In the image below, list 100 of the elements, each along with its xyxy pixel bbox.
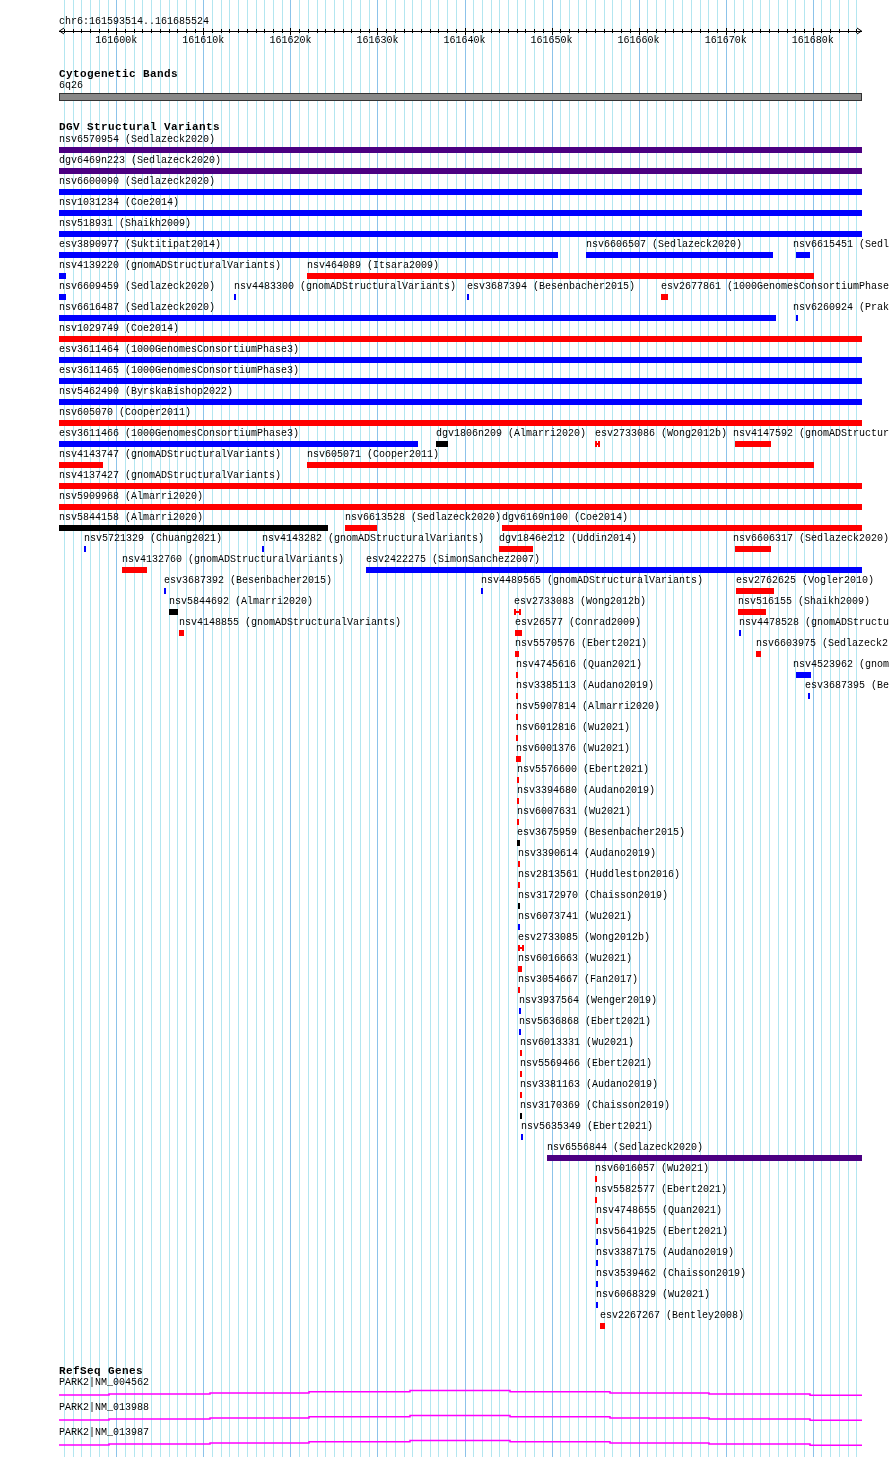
variant-label: nsv6007631 (Wu2021) [517,806,632,817]
variant-label: esv2733085 (Wong2012b) [518,932,651,943]
variant-label: nsv6016057 (Wu2021) [595,1163,710,1174]
variant-label: nsv4745616 (Quan2021) [516,659,643,670]
variant-label: nsv6603975 (Sedlazeck2 [756,638,889,649]
variant-label: esv3687395 (Be [805,680,889,691]
ruler-tick-label: 161650k [530,35,573,46]
variant-label: esv3675959 (Besenbacher2015) [517,827,686,838]
variant-label: nsv4137427 (gnomADStructuralVariants) [59,470,282,481]
variant-label: nsv5635349 (Ebert2021) [521,1121,654,1132]
ruler-tick-label: 161640k [443,35,486,46]
location-label: chr6:161593514..161685524 [59,16,210,27]
variant-label: esv2762625 (Vogler2010) [736,575,875,586]
variant-label: nsv6260924 (Prak [793,302,889,313]
variant-label: nsv3381163 (Audano2019) [520,1079,659,1090]
variant-label: dgv1846e212 (Uddin2014) [499,533,638,544]
variant-label: esv2267267 (Bentley2008) [600,1310,745,1321]
variant-label: dgv6469n223 (Sedlazeck2020) [59,155,222,166]
variant-label: esv3611464 (1000GenomesConsortiumPhase3) [59,344,300,355]
variant-label: nsv6600090 (Sedlazeck2020) [59,176,216,187]
variant-label: nsv6001376 (Wu2021) [516,743,631,754]
variant-label: nsv1029749 (Coe2014) [59,323,180,334]
variant-label: nsv5844692 (Almarri2020) [169,596,314,607]
variant-label: nsv516155 (Shaikh2009) [738,596,871,607]
variant-label: nsv6616487 (Sedlazeck2020) [59,302,216,313]
variant-label: nsv6012816 (Wu2021) [516,722,631,733]
variant-label: esv3890977 (Suktitipat2014) [59,239,222,250]
variant-label: nsv3937564 (Wenger2019) [519,995,658,1006]
variant-label: esv3611466 (1000GenomesConsortiumPhase3) [59,428,300,439]
variant-label: nsv4147592 (gnomADStructur [733,428,890,439]
ruler-tick-label: 161660k [617,35,660,46]
variant-label: nsv1031234 (Coe2014) [59,197,180,208]
track-title: DGV Structural Variants [59,121,221,133]
variant-label: nsv5909968 (Almarri2020) [59,491,204,502]
variant-label: nsv6606507 (Sedlazeck2020) [586,239,743,250]
variant-label: esv2422275 (SimonSanchez2007) [366,554,541,565]
variant-label: nsv6068329 (Wu2021) [596,1289,711,1300]
variant-label: nsv5582577 (Ebert2021) [595,1184,728,1195]
variant-label: nsv6613528 (Sedlazeck2020) [345,512,502,523]
variant-label: nsv4478528 (gnomADStructu [739,617,890,628]
variant-label: nsv3539462 (Chaisson2019) [596,1268,747,1279]
ruler-tick-label: 161670k [704,35,747,46]
variant-label: nsv5570576 (Ebert2021) [515,638,648,649]
variant-label: nsv3385113 (Audano2019) [516,680,655,691]
variant-label: nsv4483300 (gnomADStructuralVariants) [234,281,457,292]
variant-label: nsv4148855 (gnomADStructuralVariants) [179,617,402,628]
track-title: Cytogenetic Bands [59,68,179,80]
variant-label: nsv3172970 (Chaisson2019) [518,890,669,901]
cytoband-label: 6q26 [59,80,83,91]
variant-label: nsv4489565 (gnomADStructuralVariants) [481,575,704,586]
variant-label: nsv4143282 (gnomADStructuralVariants) [262,533,485,544]
transcript-label: PARK2|NM_004562 [59,1377,149,1388]
variant-label: nsv6013331 (Wu2021) [520,1037,635,1048]
variant-label: nsv5844158 (Almarri2020) [59,512,204,523]
variant-label: nsv5641925 (Ebert2021) [596,1226,729,1237]
variant-label: nsv6606317 (Sedlazeck2020) [733,533,890,544]
variant-label: nsv4132760 (gnomADStructuralVariants) [122,554,345,565]
variant-label: nsv518931 (Shaikh2009) [59,218,192,229]
variant-label: nsv6073741 (Wu2021) [518,911,633,922]
variant-label: dgv1806n209 (Almarri2020) [436,428,587,439]
variant-label: nsv605070 (Cooper2011) [59,407,192,418]
ruler-tick-label: 161610k [182,35,225,46]
variant-label: nsv605071 (Cooper2011) [307,449,440,460]
variant-label: nsv4139220 (gnomADStructuralVariants) [59,260,282,271]
variant-label: nsv5462490 (ByrskaBishop2022) [59,386,234,397]
variant-label: esv3687394 (Besenbacher2015) [467,281,636,292]
variant-label: nsv3390614 (Audano2019) [518,848,657,859]
variant-label: esv2733083 (Wong2012b) [514,596,647,607]
transcript-label: PARK2|NM_013987 [59,1427,149,1438]
variant-label: esv2733086 (Wong2012b) [595,428,728,439]
variant-label: nsv3387175 (Audano2019) [596,1247,735,1258]
variant-label: nsv3170369 (Chaisson2019) [520,1100,671,1111]
variant-label: esv2677861 (1000GenomesConsortiumPhase [661,281,890,292]
ruler-tick-label: 161620k [269,35,312,46]
variant-label: nsv6615451 (Sedl [793,239,889,250]
transcript-label: PARK2|NM_013988 [59,1402,149,1413]
variant-label: nsv5907814 (Almarri2020) [516,701,661,712]
ruler-tick-label: 161630k [356,35,399,46]
variant-label: nsv4143747 (gnomADStructuralVariants) [59,449,282,460]
variant-label: esv3611465 (1000GenomesConsortiumPhase3) [59,365,300,376]
variant-label: dgv6169n100 (Coe2014) [502,512,629,523]
variant-label: nsv2813561 (Huddleston2016) [518,869,681,880]
ruler-tick-label: 161600k [95,35,138,46]
variant-label: nsv6570954 (Sedlazeck2020) [59,134,216,145]
variant-label: nsv3054667 (Fan2017) [518,974,639,985]
variant-label: nsv5569466 (Ebert2021) [520,1058,653,1069]
variant-label: nsv6609459 (Sedlazeck2020) [59,281,216,292]
variant-label: esv3687392 (Besenbacher2015) [164,575,333,586]
variant-label: nsv4523962 (gnom [793,659,889,670]
ruler-tick-label: 161680k [791,35,834,46]
variant-label: nsv5576600 (Ebert2021) [517,764,650,775]
variant-label: nsv6016663 (Wu2021) [518,953,633,964]
variant-label: nsv4748655 (Quan2021) [596,1205,723,1216]
variant-label: nsv464089 (Itsara2009) [307,260,440,271]
track-title: RefSeq Genes [59,1365,143,1377]
variant-label: esv26577 (Conrad2009) [515,617,642,628]
variant-label: nsv5721329 (Chuang2021) [84,533,223,544]
variant-label: nsv6556844 (Sedlazeck2020) [547,1142,704,1153]
variant-label: nsv5636868 (Ebert2021) [519,1016,652,1027]
variant-label: nsv3394680 (Audano2019) [517,785,656,796]
